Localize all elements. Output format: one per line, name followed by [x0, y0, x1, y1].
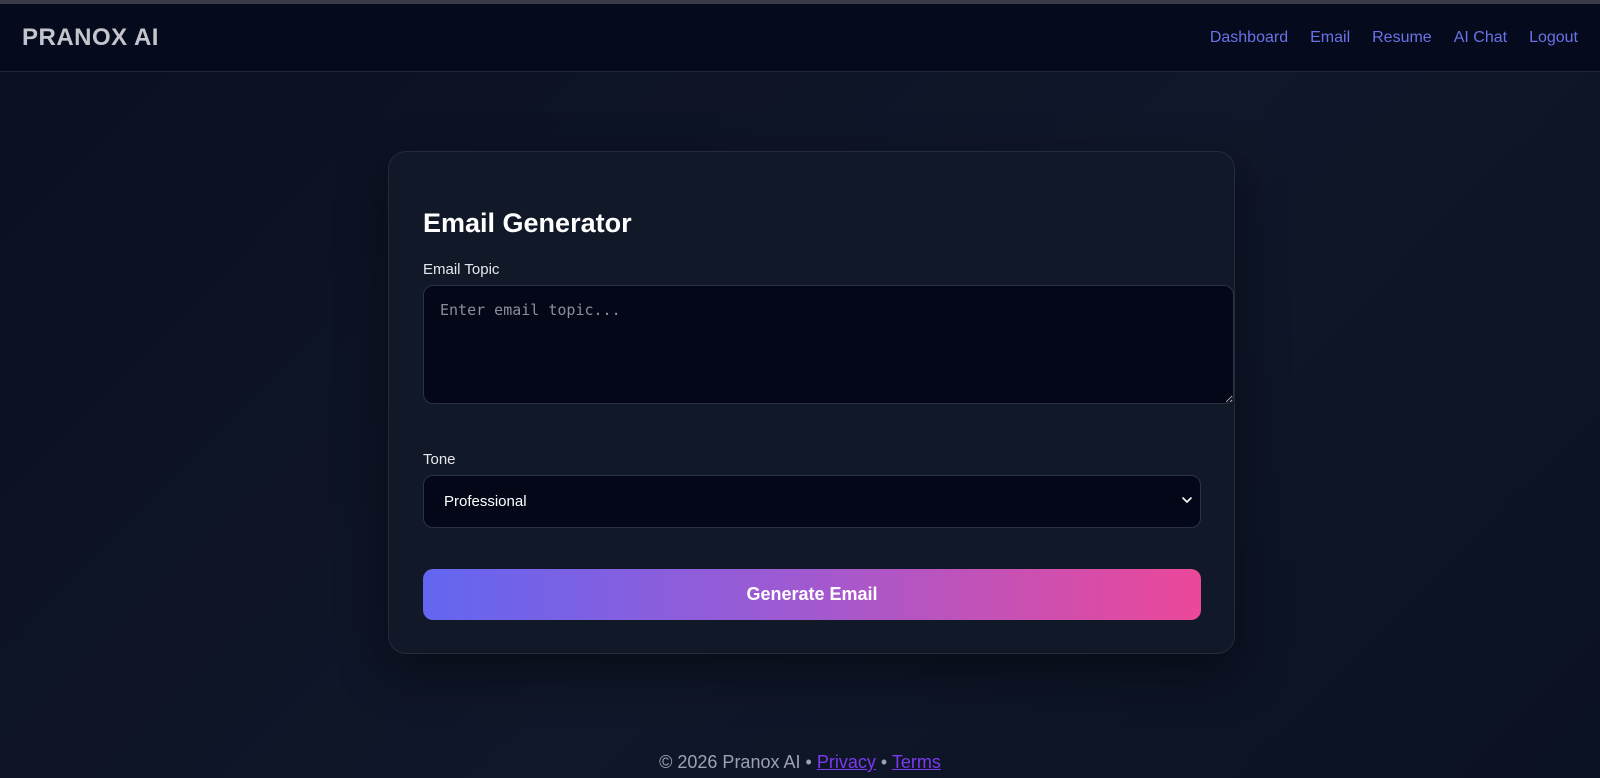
nav-link-logout[interactable]: Logout	[1529, 29, 1578, 47]
email-generator-card: Email Generator Email Topic Tone Profess…	[388, 151, 1235, 654]
nav-links: Dashboard Email Resume AI Chat Logout	[1210, 29, 1578, 47]
footer-separator: •	[880, 752, 888, 772]
footer: © 2026 Pranox AI • Privacy • Terms	[0, 752, 1600, 773]
nav-link-email[interactable]: Email	[1310, 29, 1350, 47]
email-topic-input[interactable]	[423, 285, 1234, 404]
generate-email-button[interactable]: Generate Email	[423, 569, 1201, 620]
privacy-link[interactable]: Privacy	[817, 752, 876, 772]
tone-label: Tone	[423, 451, 456, 468]
email-topic-label: Email Topic	[423, 261, 500, 278]
footer-separator: •	[805, 752, 812, 772]
page-title: Email Generator	[423, 208, 632, 238]
nav-link-dashboard[interactable]: Dashboard	[1210, 29, 1288, 47]
terms-link[interactable]: Terms	[892, 752, 941, 772]
brand-logo[interactable]: PRANOX AI	[22, 24, 159, 52]
nav-link-ai-chat[interactable]: AI Chat	[1454, 29, 1507, 47]
navbar: PRANOX AI Dashboard Email Resume AI Chat…	[0, 4, 1600, 72]
tone-select-wrapper: Professional	[423, 475, 1201, 528]
tone-select[interactable]: Professional	[423, 475, 1201, 528]
footer-copyright: © 2026 Pranox AI	[659, 752, 801, 772]
nav-link-resume[interactable]: Resume	[1372, 29, 1432, 47]
